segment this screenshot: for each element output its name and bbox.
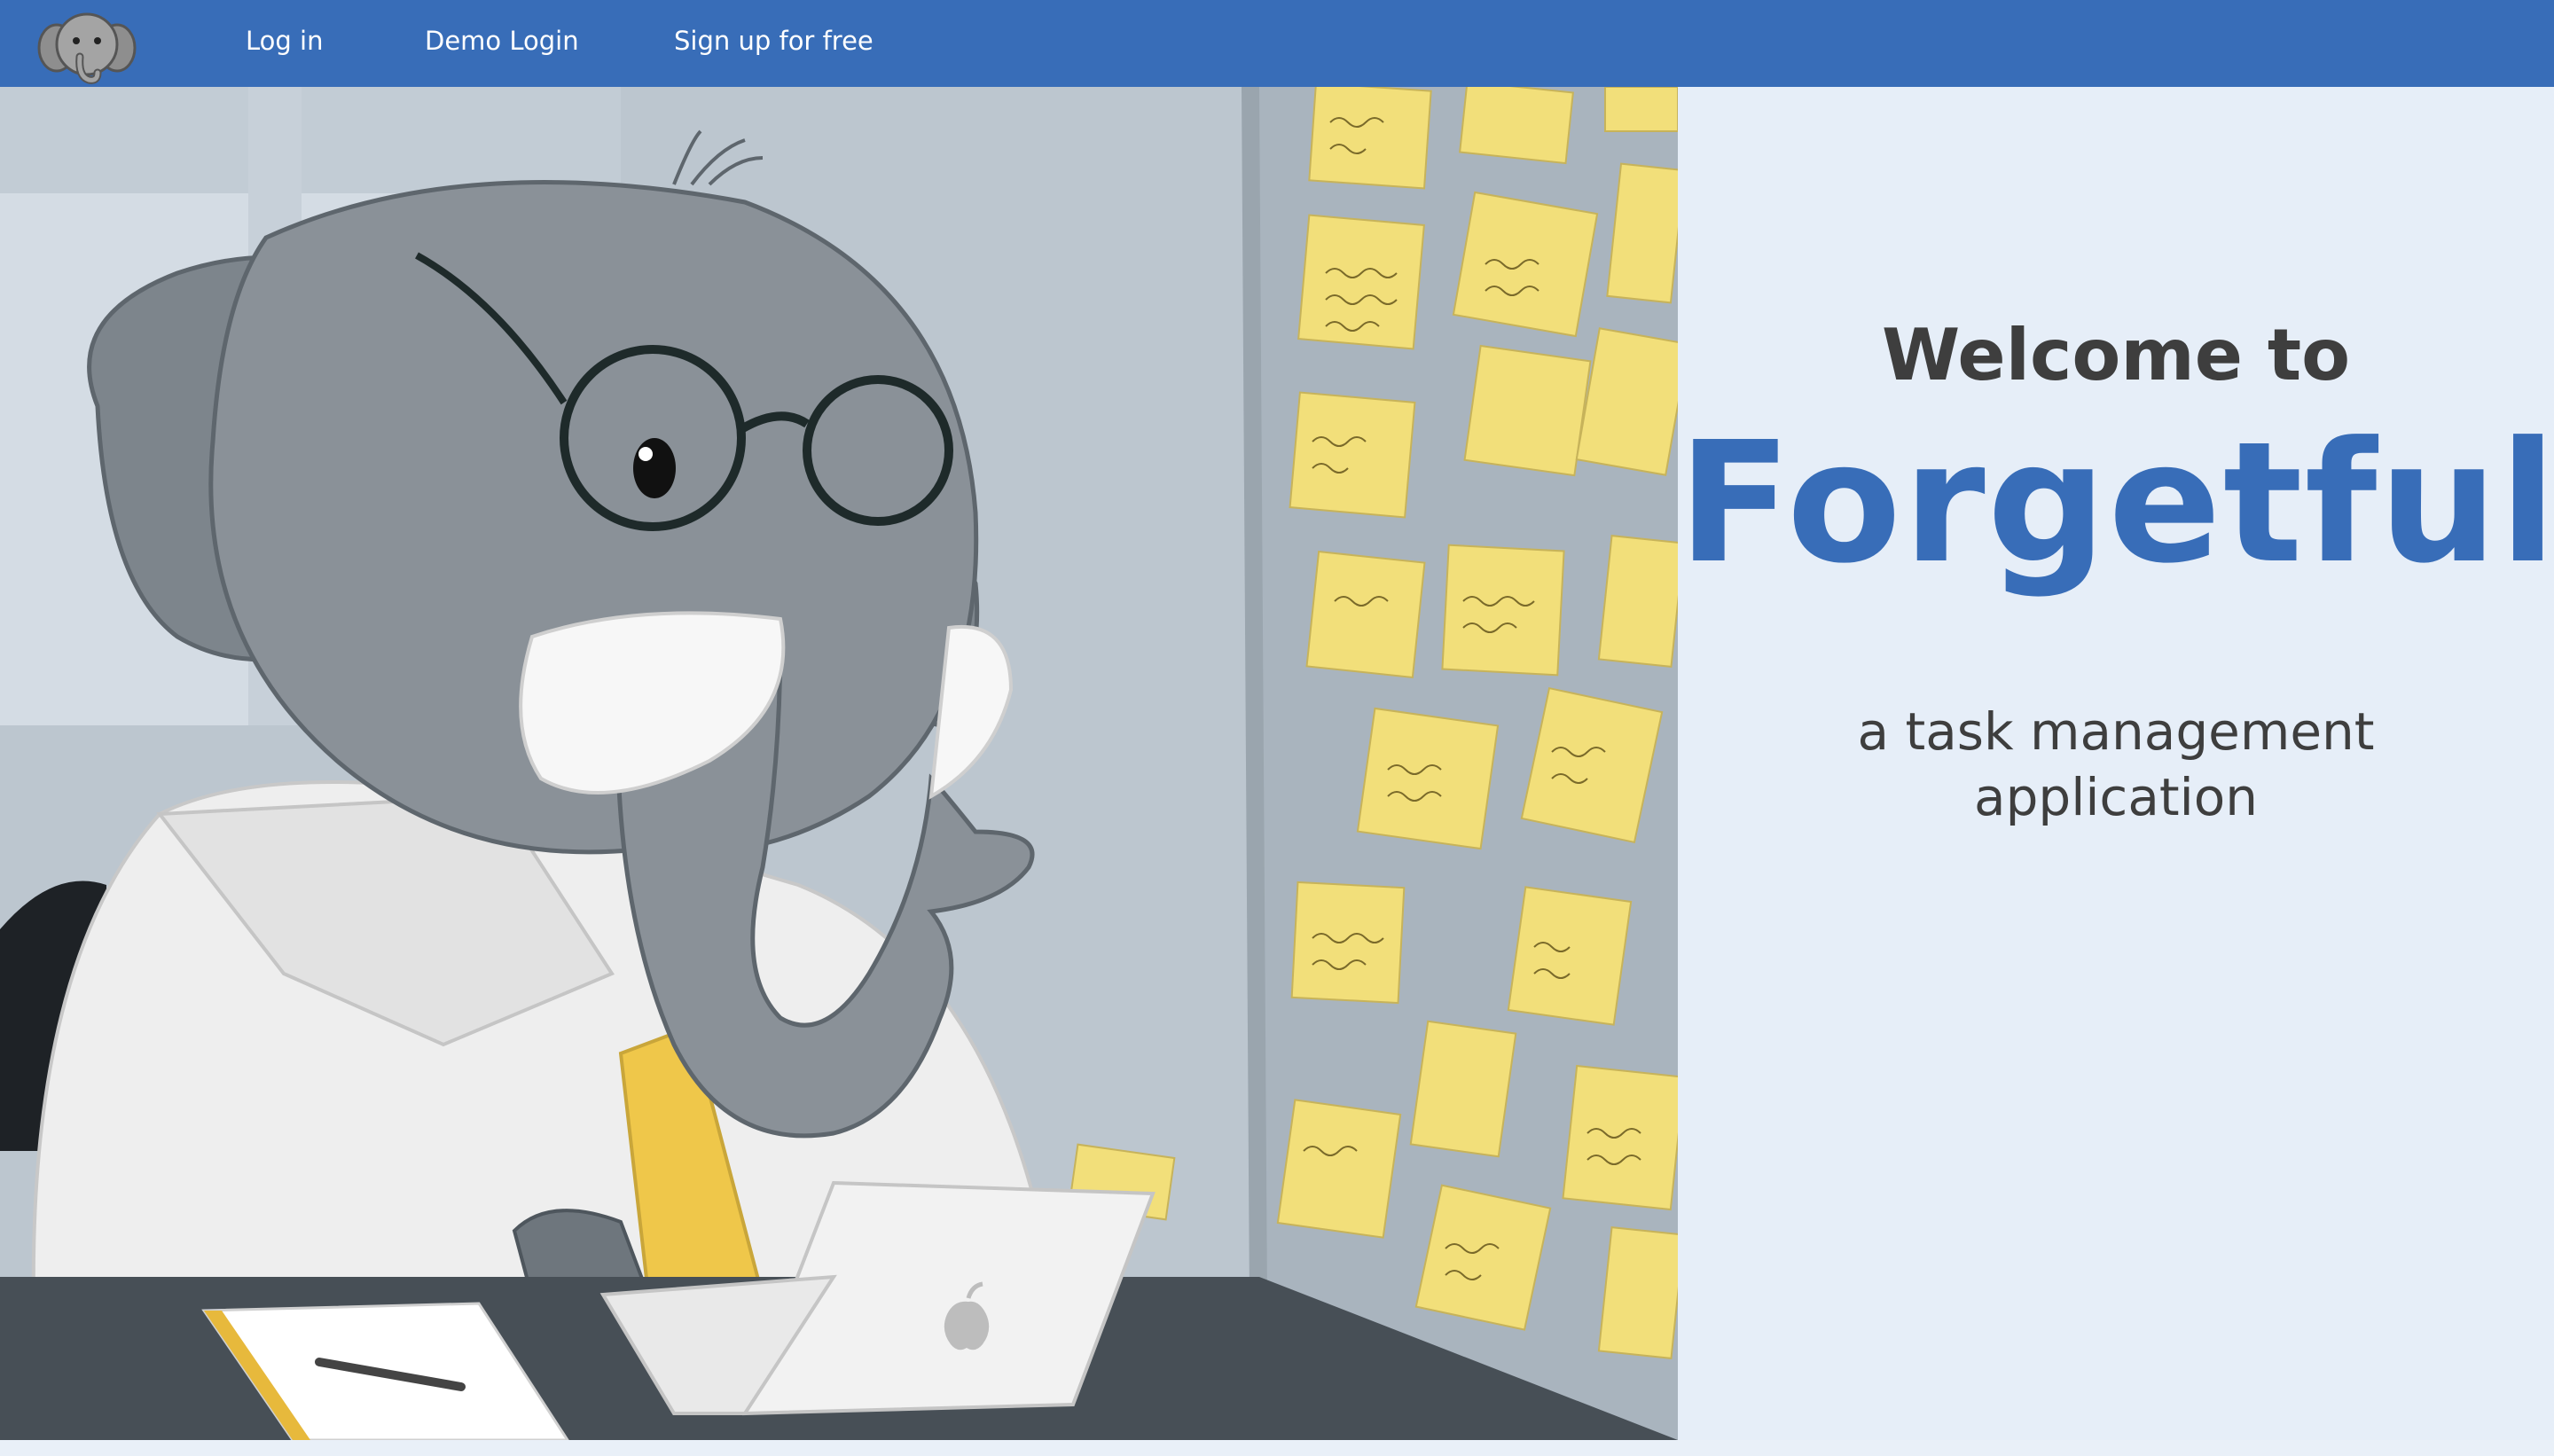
tagline-text: a task management application: [1857, 701, 2375, 827]
demo-login-link[interactable]: Demo Login: [425, 25, 579, 57]
log-in-link[interactable]: Log in: [246, 25, 323, 57]
page-bottom-edge: [0, 1440, 2554, 1456]
welcome-panel: Welcome to Forgetful a task management a…: [1678, 87, 2554, 1440]
brand-title: Forgetful: [1678, 406, 2554, 600]
sign-up-link[interactable]: Sign up for free: [674, 25, 874, 57]
top-navbar: Log in Demo Login Sign up for free: [0, 0, 2554, 87]
elephant-logo-icon[interactable]: [35, 7, 138, 85]
welcome-heading: Welcome to: [1881, 314, 2351, 396]
hero-illustration: [0, 87, 1678, 1440]
